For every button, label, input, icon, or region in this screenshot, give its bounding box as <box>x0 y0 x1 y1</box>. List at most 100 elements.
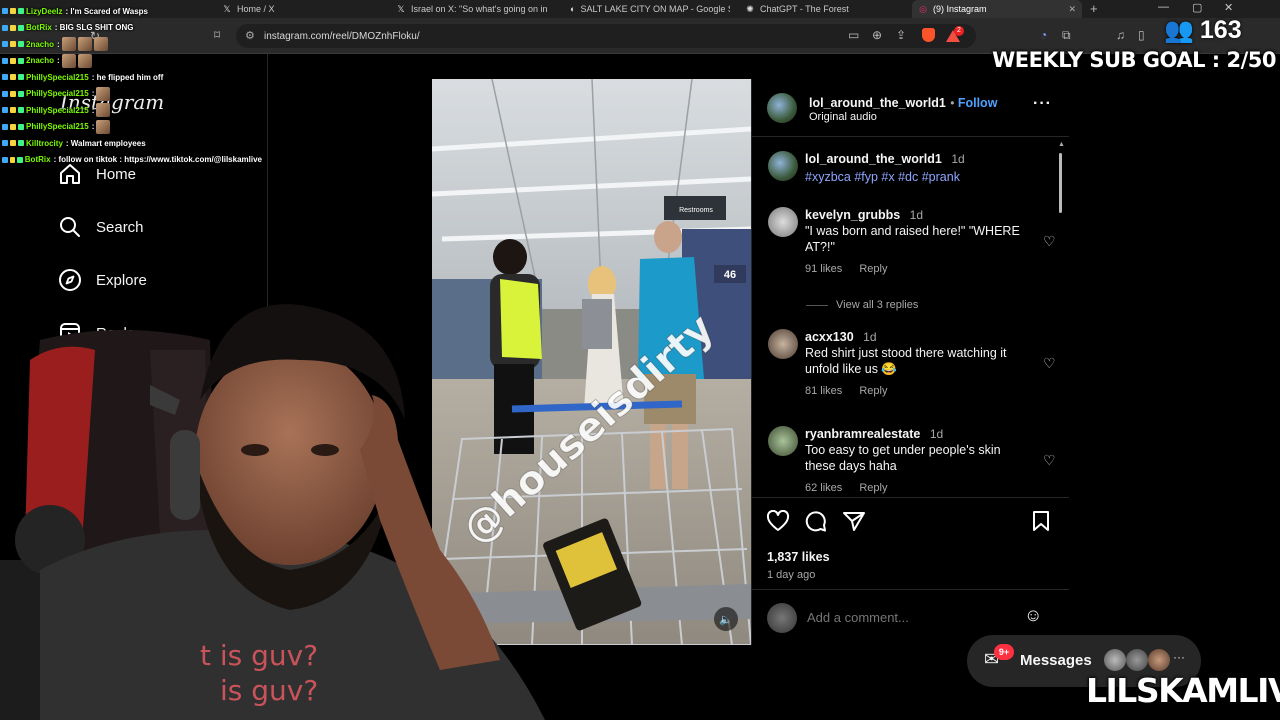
close-tab-icon[interactable]: ✕ <box>1068 4 1076 15</box>
chat-badge-icon <box>2 156 8 163</box>
tab-israel-x[interactable]: 𝕏 Israel on X: "So what's going on in <box>396 0 556 18</box>
my-avatar <box>767 603 797 633</box>
post-date: 1 day ago <box>767 569 816 581</box>
sub-goal-text: WEEKLY SUB GOAL : 2/50 <box>992 48 1276 72</box>
comment-likes[interactable]: 81 likes <box>805 385 842 397</box>
tab-google-search[interactable]: ◐ SALT LAKE CITY ON MAP - Google Se <box>570 0 730 18</box>
chat-badge-icon <box>10 123 16 130</box>
chat-badge-icon <box>10 41 16 48</box>
caption-hashtags[interactable]: #xyzbca #fyp #x #dc #prank <box>805 169 1025 185</box>
comment-time: 1d <box>929 427 944 441</box>
messages-label: Messages <box>1020 652 1092 669</box>
chat-emote <box>93 37 108 52</box>
comment-username[interactable]: ryanbramrealestate <box>805 427 920 441</box>
chat-badge-icon <box>10 107 16 114</box>
tab-label: Israel on X: "So what's going on in <box>411 4 548 14</box>
extensions-icon[interactable]: ⧉ <box>1062 28 1071 43</box>
comment-text: Too easy to get under people's skin thes… <box>805 443 1001 473</box>
streamer-webcam: t is guv? is guv? <box>0 300 560 720</box>
cast-icon[interactable]: ▭ <box>848 28 859 42</box>
chat-badge-icon <box>2 57 8 64</box>
separator-dot: • <box>950 96 958 110</box>
view-replies[interactable]: View all 3 replies <box>806 299 918 311</box>
comment-username[interactable]: acxx130 <box>805 330 854 344</box>
chat-text: : Walmart employees <box>65 138 146 148</box>
follow-button[interactable]: Follow <box>958 96 998 110</box>
like-comment-icon[interactable]: ♡ <box>1043 233 1056 250</box>
chat-username: 2nacho <box>26 56 55 66</box>
comment-username[interactable]: kevelyn_grubbs <box>805 208 900 222</box>
scroll-thumb[interactable] <box>1059 153 1062 213</box>
url-text: instagram.com/reel/DMOZnhFloku/ <box>264 30 420 42</box>
comment-avatar[interactable] <box>768 207 798 237</box>
chat-emote <box>96 119 111 134</box>
chat-message: 2nacho: <box>2 53 262 70</box>
chat-badge-icon <box>2 90 8 97</box>
chat-badge-icon <box>2 107 8 114</box>
leo-ai-icon[interactable]: ◔ <box>1040 28 1047 42</box>
chat-badge-icon <box>2 74 8 81</box>
author-avatar[interactable] <box>767 93 797 123</box>
explore-icon <box>58 268 82 292</box>
save-icon[interactable] <box>1030 510 1052 538</box>
share-icon[interactable] <box>842 510 866 538</box>
likes-count[interactable]: 1,837 likes <box>767 550 830 564</box>
chat-badge-icon <box>10 8 16 15</box>
comment-avatar[interactable] <box>768 426 798 456</box>
scroll-up-icon[interactable]: ▲ <box>1058 141 1065 148</box>
share-icon[interactable]: ⇪ <box>896 28 906 42</box>
like-icon[interactable] <box>766 509 790 538</box>
search-icon <box>58 215 82 239</box>
minimize-icon[interactable]: — <box>1158 1 1169 13</box>
close-window-icon[interactable]: ✕ <box>1224 1 1233 14</box>
address-bar[interactable]: ⚙ instagram.com/reel/DMOZnhFloku/ <box>236 24 976 48</box>
audio-label[interactable]: Original audio <box>809 111 877 123</box>
google-icon: ◐ <box>570 4 576 14</box>
like-comment-icon[interactable]: ♡ <box>1043 452 1056 469</box>
reply-button[interactable]: Reply <box>859 263 887 275</box>
maximize-icon[interactable]: ▢ <box>1192 1 1202 14</box>
tab-chatgpt[interactable]: ✺ ChatGPT - The Forest <box>745 0 905 18</box>
caption-avatar[interactable] <box>768 151 798 181</box>
new-tab-icon[interactable]: + <box>1090 1 1098 16</box>
comment-time: 1d <box>863 330 877 344</box>
comments-scrollbar[interactable]: ▲ <box>1058 141 1065 493</box>
author-line: lol_around_the_world1 • Follow <box>809 94 997 112</box>
comment-time: 1d <box>909 208 924 222</box>
caption-username[interactable]: lol_around_the_world1 <box>805 152 942 166</box>
zoom-icon[interactable]: ⊕ <box>872 28 882 42</box>
sidebar-toggle-icon[interactable]: ▯ <box>1138 28 1145 42</box>
tab-label: ChatGPT - The Forest <box>760 4 849 14</box>
chat-badge-icon <box>18 74 24 81</box>
chat-username: Killtrocity <box>26 138 63 148</box>
viewer-count: 👥 163 <box>1164 16 1242 45</box>
mute-icon[interactable]: 🔈 <box>719 614 733 626</box>
post-header: lol_around_the_world1 • Follow Original … <box>752 79 1069 137</box>
chat-username: BotRix <box>26 23 52 33</box>
sidebar-item-search[interactable]: Search <box>58 215 144 239</box>
sidebar-item-explore[interactable]: Explore <box>58 268 147 292</box>
chat-emote <box>77 53 92 68</box>
chat-emote <box>61 53 76 68</box>
media-icon[interactable]: ♫ <box>1116 28 1125 42</box>
chat-username: 2nacho <box>26 39 55 49</box>
author-username[interactable]: lol_around_the_world1 <box>809 96 946 110</box>
emoji-icon[interactable]: ☺ <box>1024 605 1042 626</box>
reply-button[interactable]: Reply <box>859 482 887 494</box>
chat-message: 2nacho: <box>2 36 262 53</box>
contact-avatar <box>1126 649 1148 671</box>
like-comment-icon[interactable]: ♡ <box>1043 355 1056 372</box>
comment-likes[interactable]: 91 likes <box>805 263 842 275</box>
comment-likes[interactable]: 62 likes <box>805 482 842 494</box>
brave-shields-icon[interactable] <box>922 28 935 42</box>
comment-avatar[interactable] <box>768 329 798 359</box>
add-comment-input[interactable] <box>807 606 1007 628</box>
reply-button[interactable]: Reply <box>859 385 887 397</box>
comment-icon[interactable] <box>804 510 828 538</box>
more-options-icon[interactable]: ··· <box>1033 95 1052 113</box>
tab-instagram[interactable]: ◎ (9) Instagram ✕ <box>912 0 1082 18</box>
chat-badge-icon <box>2 24 8 31</box>
chat-message: BotRix: BIG SLG SHIT ONG <box>2 20 262 37</box>
tab-label: (9) Instagram <box>933 4 987 14</box>
chat-text: : <box>91 89 95 99</box>
